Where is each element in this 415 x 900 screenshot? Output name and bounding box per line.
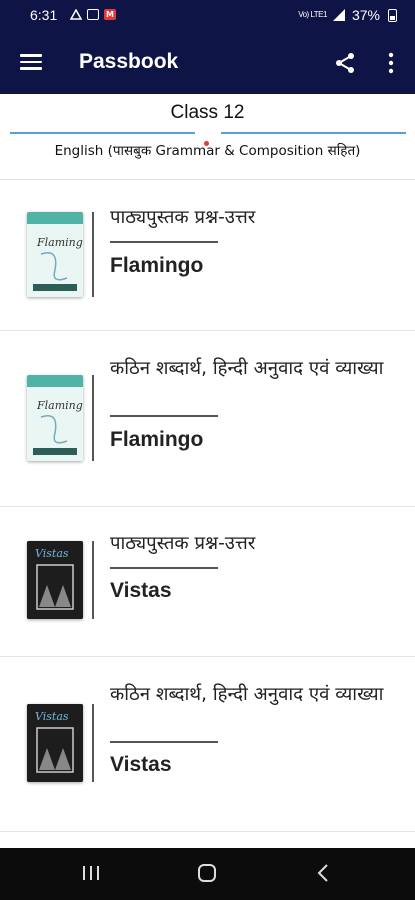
card-divider bbox=[92, 541, 94, 619]
hamburger-menu-icon[interactable] bbox=[20, 54, 42, 70]
vistas-book-cover: Vistas bbox=[27, 704, 83, 782]
card-divider bbox=[92, 375, 94, 461]
card-rule bbox=[110, 741, 218, 743]
vistas-book-cover: Vistas bbox=[27, 541, 83, 619]
back-icon[interactable] bbox=[313, 862, 335, 884]
divider-right bbox=[221, 132, 406, 134]
indicator-dot bbox=[204, 141, 209, 146]
flamingo-book-cover: Flamingo bbox=[27, 212, 83, 297]
system-nav-bar bbox=[0, 848, 415, 900]
svg-text:Flamingo: Flamingo bbox=[36, 399, 83, 412]
network-type-label: Vo) LTE1 bbox=[298, 10, 327, 19]
battery-percent: 37% bbox=[351, 7, 380, 23]
list-item[interactable]: Vistas कठिन शब्दार्थ, हिन्दी अनुवाद एवं … bbox=[0, 657, 415, 832]
list-item[interactable]: Flamingo पाठ्यपुस्तक प्रश्न-उत्तर Flamin… bbox=[0, 181, 415, 331]
share-icon[interactable] bbox=[334, 52, 356, 74]
divider-left bbox=[10, 132, 195, 134]
card-rule bbox=[110, 241, 218, 243]
svg-text:Vistas: Vistas bbox=[35, 547, 69, 560]
flamingo-book-cover: Flamingo bbox=[27, 375, 83, 461]
card-divider bbox=[92, 704, 94, 782]
notification-icons: M bbox=[70, 9, 116, 20]
svg-text:Vistas: Vistas bbox=[35, 710, 69, 723]
status-bar: 6:31 M Vo) LTE1 37% bbox=[0, 0, 415, 32]
image-notification-icon bbox=[87, 9, 99, 20]
class-title: Class 12 bbox=[170, 102, 245, 123]
app-notification-icon: M bbox=[104, 9, 116, 20]
battery-icon bbox=[388, 8, 397, 22]
svg-text:Flamingo: Flamingo bbox=[36, 236, 83, 249]
status-time: 6:31 bbox=[30, 7, 58, 23]
card-heading: कठिन शब्दार्थ, हिन्दी अनुवाद एवं व्याख्य… bbox=[110, 684, 384, 705]
card-book-title: Flamingo bbox=[110, 254, 204, 277]
class-header: Class 12 English (पासबुक Grammar & Compo… bbox=[0, 94, 415, 180]
signal-icon bbox=[332, 9, 345, 21]
card-book-title: Vistas bbox=[110, 753, 172, 776]
card-rule bbox=[110, 415, 218, 417]
app-bar: Passbook bbox=[0, 32, 415, 94]
card-divider bbox=[92, 212, 94, 297]
card-heading: पाठ्यपुस्तक प्रश्न-उत्तर bbox=[110, 207, 256, 228]
recent-apps-icon[interactable] bbox=[80, 862, 102, 884]
list-item[interactable]: Flamingo कठिन शब्दार्थ, हिन्दी अनुवाद एव… bbox=[0, 331, 415, 507]
notification-icon bbox=[70, 9, 82, 20]
home-icon[interactable] bbox=[196, 862, 218, 884]
card-book-title: Vistas bbox=[110, 579, 172, 602]
card-heading: कठिन शब्दार्थ, हिन्दी अनुवाद एवं व्याख्य… bbox=[110, 358, 384, 379]
more-vertical-icon[interactable] bbox=[385, 52, 397, 74]
card-book-title: Flamingo bbox=[110, 428, 204, 451]
card-rule bbox=[110, 567, 218, 569]
app-title: Passbook bbox=[79, 50, 179, 73]
list-item[interactable]: Vistas पाठ्यपुस्तक प्रश्न-उत्तर Vistas bbox=[0, 507, 415, 657]
card-heading: पाठ्यपुस्तक प्रश्न-उत्तर bbox=[110, 533, 256, 554]
status-right: Vo) LTE1 37% bbox=[298, 7, 397, 23]
